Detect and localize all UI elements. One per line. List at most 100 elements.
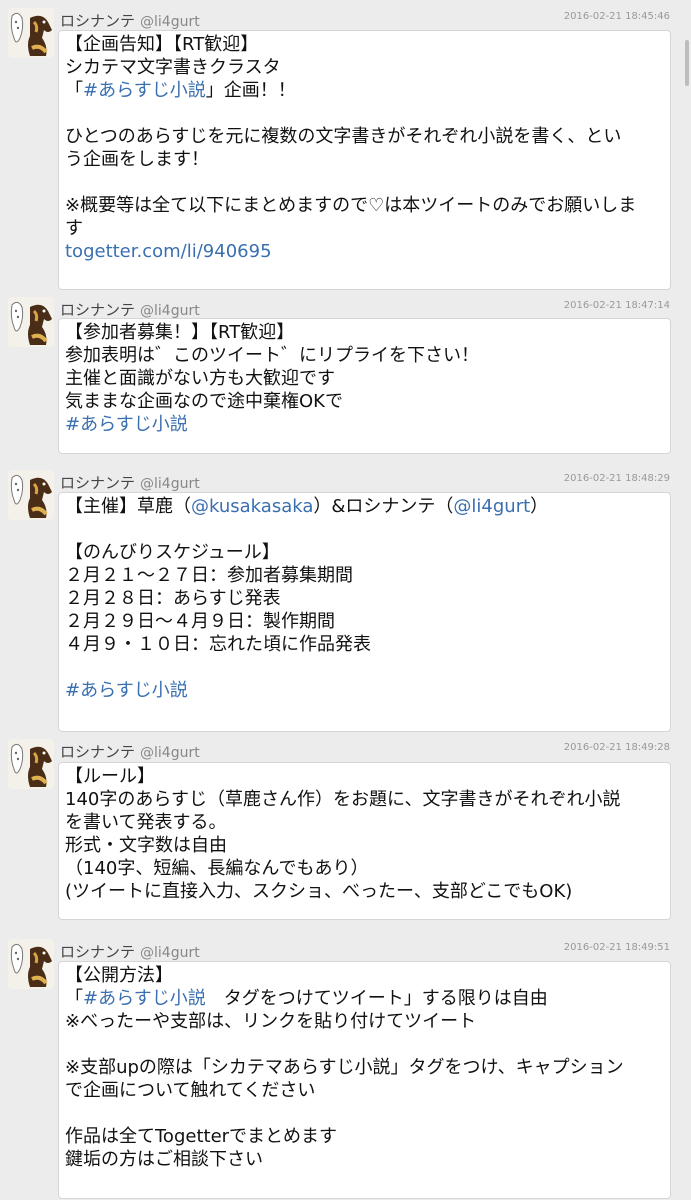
tweet-line — [65, 518, 662, 541]
tweet-text: 気ままな企画なので途中棄権OKで — [65, 391, 343, 412]
tweet-text: 【のんびりスケジュール】 — [65, 542, 280, 563]
tweet-line: 作品は全てTogetterでまとめます — [65, 1125, 662, 1148]
tweet-text: ひとつのあらすじを元に複数の文字書きがそれぞれ小説を書く、とい — [65, 126, 622, 147]
timestamp[interactable]: 2016-02-21 18:47:14 — [564, 300, 670, 311]
tweet-line: ※支部upの際は「シカテマあらすじ小説」タグをつけ、キャプション — [65, 1056, 662, 1079]
user-handle[interactable]: @li4gurt — [140, 303, 200, 319]
tweet-text: を書いて発表する。 — [65, 812, 227, 833]
tweet-line: う企画をします！ — [65, 148, 662, 171]
tweet-text: 参加表明は゛このツイート゛にリプライを下さい！ — [65, 345, 479, 366]
tweet-text: (ツイートに直接入力、スクショ、べったー、支部どこでもOK) — [65, 881, 573, 902]
user-handle[interactable]: @li4gurt — [140, 745, 200, 761]
tweet: ロシナンテ @li4gurt 2016-02-21 18:48:29 【主催】草鹿… — [0, 470, 691, 735]
hashtag-link[interactable]: #あらすじ小説 — [65, 680, 188, 701]
display-name[interactable]: ロシナンテ — [60, 474, 135, 492]
tweet-line: 【参加者募集！】【RT歓迎】 — [65, 321, 662, 344]
tweet-text: ２月２９日～４月９日：製作期間 — [65, 611, 335, 632]
tweet-text: ※べったーや支部は、リンクを貼り付けてツイート — [65, 1011, 477, 1032]
display-name[interactable]: ロシナンテ — [60, 12, 135, 30]
timestamp[interactable]: 2016-02-21 18:49:51 — [564, 942, 670, 953]
hashtag-link[interactable]: #あらすじ小説 — [83, 988, 206, 1009]
user-name[interactable]: ロシナンテ @li4gurt — [60, 472, 200, 493]
tweet-line: 参加表明は゛このツイート゛にリプライを下さい！ — [65, 344, 662, 367]
tweet-text: 【企画告知】【RT歓迎】 — [65, 34, 259, 55]
tweet-line: ※概要等は全て以下にまとめますので♡は本ツイートのみでお願いしま — [65, 194, 662, 217]
tweet-line: で企画について触れてください — [65, 1079, 662, 1102]
tweet-line: (ツイートに直接入力、スクショ、べったー、支部どこでもOK) — [65, 880, 662, 903]
tweet-body: 【ルール】 140字のあらすじ（草鹿さん作）をお題に、文字書きがそれぞれ小説 を書い… — [58, 762, 671, 920]
tweet-line: ※べったーや支部は、リンクを貼り付けてツイート — [65, 1010, 662, 1033]
tweet-text: 」企画！！ — [205, 80, 296, 101]
mention-link[interactable]: @li4gurt — [453, 496, 530, 517]
tweet-line: 鍵垢の方はご相談下さい — [65, 1148, 662, 1171]
tweet-line: 【企画告知】【RT歓迎】 — [65, 33, 662, 56]
tweet-line — [65, 171, 662, 194]
display-name[interactable]: ロシナンテ — [60, 943, 135, 961]
display-name[interactable]: ロシナンテ — [60, 301, 135, 319]
user-name[interactable]: ロシナンテ @li4gurt — [60, 299, 200, 320]
avatar-illustration — [8, 8, 54, 58]
hashtag-link[interactable]: #あらすじ小説 — [65, 414, 188, 435]
tweet-text: 140字のあらすじ（草鹿さん作）をお題に、文字書きがそれぞれ小説 — [65, 789, 621, 810]
tweet-text: （140字、短編、長編なんでもあり） — [65, 858, 369, 879]
mention-link[interactable]: @kusakasaka — [191, 496, 313, 517]
tweet-body: 【企画告知】【RT歓迎】 シカテマ文字書きクラスタ 「#あらすじ小説」企画！！ ひとつ… — [58, 30, 671, 290]
tweet-line — [65, 656, 662, 679]
avatar[interactable] — [8, 470, 54, 520]
tweet-line: togetter.com/li/940695 — [65, 240, 662, 263]
tweet-text: ４月９・１０日：忘れた頃に作品発表 — [65, 634, 371, 655]
user-name[interactable]: ロシナンテ @li4gurt — [60, 10, 200, 31]
timestamp[interactable]: 2016-02-21 18:45:46 — [564, 11, 670, 22]
tweet-text: 作品は全てTogetterでまとめます — [65, 1126, 338, 1147]
tweet-line: ２月２８日：あらすじ発表 — [65, 587, 662, 610]
tweet-text: ２月２８日：あらすじ発表 — [65, 588, 281, 609]
avatar[interactable] — [8, 8, 54, 58]
tweet-text: ） — [530, 496, 549, 517]
user-handle[interactable]: @li4gurt — [140, 476, 200, 492]
tweet-line: 形式・文字数は自由 — [65, 834, 662, 857]
tweet-line: す — [65, 217, 662, 240]
tweet-line: ひとつのあらすじを元に複数の文字書きがそれぞれ小説を書く、とい — [65, 125, 662, 148]
avatar-illustration — [8, 470, 54, 520]
avatar[interactable] — [8, 939, 54, 989]
tweet-line: 「#あらすじ小説 タグをつけてツイート」する限りは自由 — [65, 987, 662, 1010]
tweet-line: ４月９・１０日：忘れた頃に作品発表 — [65, 633, 662, 656]
tweet: ロシナンテ @li4gurt 2016-02-21 18:47:14 【参加者募集… — [0, 297, 691, 457]
user-name[interactable]: ロシナンテ @li4gurt — [60, 941, 200, 962]
tweet-line — [65, 1102, 662, 1125]
tweet-text: 鍵垢の方はご相談下さい — [65, 1149, 263, 1170]
tweet-text: シカテマ文字書きクラスタ — [65, 57, 281, 78]
tweet-text: 【主催】草鹿（ — [65, 496, 191, 517]
user-handle[interactable]: @li4gurt — [140, 945, 200, 961]
tweet-text: ２月２１～２７日：参加者募集期間 — [65, 565, 353, 586]
avatar[interactable] — [8, 297, 54, 347]
tweet-line: 【公開方法】 — [65, 964, 662, 987]
tweet-line: （140字、短編、長編なんでもあり） — [65, 857, 662, 880]
user-name[interactable]: ロシナンテ @li4gurt — [60, 741, 200, 762]
avatar[interactable] — [8, 739, 54, 789]
tweet-text: 「 — [65, 988, 83, 1009]
tweet-body: 【公開方法】 「#あらすじ小説 タグをつけてツイート」する限りは自由 ※べったーや支… — [58, 961, 671, 1199]
tweet-line: 【のんびりスケジュール】 — [65, 541, 662, 564]
tweet-text: す — [65, 218, 83, 239]
tweet-text: ）&ロシナンテ（ — [313, 496, 454, 517]
hashtag-link[interactable]: #あらすじ小説 — [83, 80, 206, 101]
tweet-text: ※概要等は全て以下にまとめますので♡は本ツイートのみでお願いしま — [65, 195, 637, 216]
tweet: ロシナンテ @li4gurt 2016-02-21 18:45:46 【企画告知】… — [0, 8, 691, 290]
tweet-line: ２月２９日～４月９日：製作期間 — [65, 610, 662, 633]
tweet-text: 主催と面識がない方も大歓迎です — [65, 368, 335, 389]
timestamp[interactable]: 2016-02-21 18:48:29 — [564, 473, 670, 484]
url-link[interactable]: togetter.com/li/940695 — [65, 241, 272, 262]
tweet-text: 「 — [65, 80, 83, 101]
tweet-line: シカテマ文字書きクラスタ — [65, 56, 662, 79]
tweet-line — [65, 1033, 662, 1056]
tweet-body: 【主催】草鹿（@kusakasaka）&ロシナンテ（@li4gurt） 【のんびり… — [58, 492, 671, 732]
timestamp[interactable]: 2016-02-21 18:49:28 — [564, 742, 670, 753]
avatar-illustration — [8, 939, 54, 989]
user-handle[interactable]: @li4gurt — [140, 14, 200, 30]
tweet-line: 140字のあらすじ（草鹿さん作）をお題に、文字書きがそれぞれ小説 — [65, 788, 662, 811]
display-name[interactable]: ロシナンテ — [60, 743, 135, 761]
tweet-line: 【ルール】 — [65, 765, 662, 788]
tweet-text: タグをつけてツイート」する限りは自由 — [205, 988, 548, 1009]
tweet-text: 【ルール】 — [65, 766, 155, 787]
